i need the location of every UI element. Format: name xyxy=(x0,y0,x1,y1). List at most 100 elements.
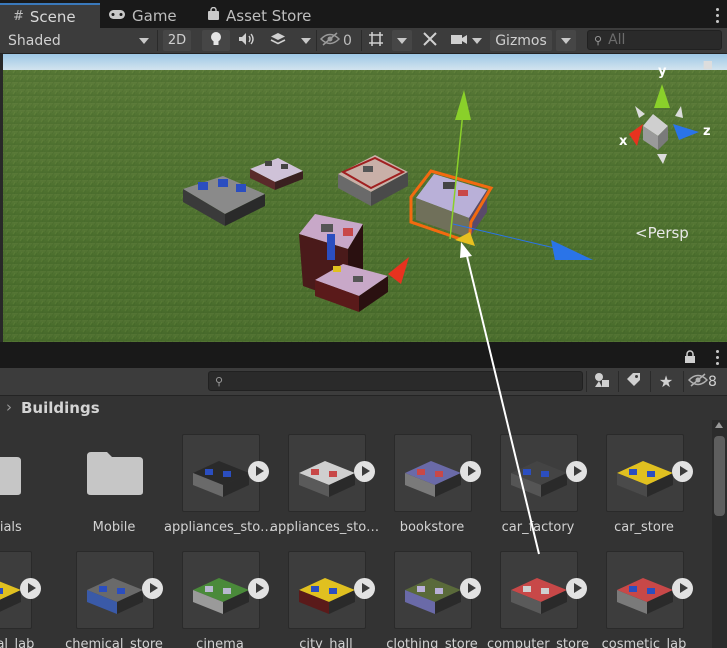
tab-asset-store[interactable]: Asset Store xyxy=(207,4,311,28)
asset-label: Mobile xyxy=(92,520,136,535)
play-preview-icon[interactable] xyxy=(460,578,481,599)
camera-icon xyxy=(450,33,468,49)
asset-label: bookstore xyxy=(399,520,465,535)
play-preview-icon[interactable] xyxy=(566,578,587,599)
bag-icon xyxy=(207,6,220,25)
gamepad-icon xyxy=(108,9,126,24)
lighting-toggle-button[interactable] xyxy=(202,30,230,51)
asset-label: appliances_store_02 xyxy=(270,520,382,535)
breadcrumb: › Buildings xyxy=(0,395,727,421)
asset-label: Materials xyxy=(0,520,22,535)
project-search-input[interactable]: ⚲ xyxy=(208,371,583,391)
axis-y-label: y xyxy=(658,64,667,79)
scene-toolbar: Shaded 2D 0 Gizmos ⚲ All xyxy=(0,28,727,54)
play-preview-icon[interactable] xyxy=(672,461,693,482)
hidden-eye-icon xyxy=(687,372,709,391)
play-preview-icon[interactable] xyxy=(20,578,41,599)
chevron-down-icon xyxy=(472,37,482,44)
axis-z-label: z xyxy=(703,124,711,139)
persp-chevron-icon: < xyxy=(635,224,648,242)
tab-scene-label: Scene xyxy=(29,7,76,26)
shading-mode-value: Shaded xyxy=(8,32,61,49)
asset-label: cosmetic_lab xyxy=(601,637,687,648)
hidden-packages-count: 8 xyxy=(708,373,717,390)
project-more-options-icon[interactable] xyxy=(716,350,719,365)
star-icon: ★ xyxy=(658,372,674,391)
audio-toggle-button[interactable] xyxy=(233,30,261,51)
asset-label: car_factory xyxy=(501,520,575,535)
grid-dropdown-button[interactable] xyxy=(392,30,412,51)
search-icon: ⚲ xyxy=(594,33,603,47)
chevron-down-icon xyxy=(139,38,149,44)
speaker-icon xyxy=(238,32,256,50)
folder-icon xyxy=(0,448,23,495)
play-preview-icon[interactable] xyxy=(248,461,269,482)
scene-search-placeholder: All xyxy=(608,32,626,48)
tab-game-label: Game xyxy=(132,7,177,25)
project-window-header xyxy=(0,342,727,368)
scene-visibility-button[interactable]: 0 xyxy=(319,30,358,51)
asset-label: chemical_store xyxy=(65,637,163,648)
asset-grid: Materials Mobile appliances_store_01applia… xyxy=(0,420,712,648)
scene-render xyxy=(3,54,727,342)
tab-scene[interactable]: # Scene xyxy=(0,3,100,28)
hidden-eye-icon xyxy=(319,31,341,50)
search-icon: ⚲ xyxy=(215,374,224,388)
gizmos-dropdown-button[interactable] xyxy=(556,30,576,51)
scrollbar-thumb[interactable] xyxy=(714,436,725,516)
asset-label: computer_store xyxy=(486,637,590,648)
play-preview-icon[interactable] xyxy=(566,461,587,482)
play-preview-icon[interactable] xyxy=(354,578,375,599)
shading-mode-dropdown[interactable]: Shaded xyxy=(2,30,154,51)
camera-settings-button[interactable] xyxy=(450,30,486,51)
grid-toggle-button[interactable] xyxy=(364,30,388,51)
play-preview-icon[interactable] xyxy=(460,461,481,482)
tools-icon xyxy=(422,31,438,51)
breadcrumb-folder[interactable]: Buildings xyxy=(21,399,100,417)
tab-asset-store-label: Asset Store xyxy=(226,7,312,25)
hidden-packages-button[interactable]: 8 xyxy=(687,371,724,392)
play-preview-icon[interactable] xyxy=(248,578,269,599)
filter-by-label-button[interactable] xyxy=(621,371,645,392)
asset-label: clothing_store xyxy=(386,637,478,648)
editor-tab-bar: # Scene Game Asset Store xyxy=(0,0,727,28)
effects-dropdown-icon[interactable] xyxy=(301,38,311,44)
asset-label: cinema xyxy=(196,637,244,648)
grid-icon: # xyxy=(13,9,24,24)
asset-label: city_hall xyxy=(299,637,353,648)
play-preview-icon[interactable] xyxy=(354,461,375,482)
chevron-down-icon xyxy=(561,37,571,44)
more-options-icon[interactable] xyxy=(716,8,719,23)
projection-label: Persp xyxy=(647,224,689,242)
project-toolbar: ⚲ ★ 8 xyxy=(0,368,727,395)
gizmos-button[interactable]: Gizmos xyxy=(490,30,552,51)
layers-icon xyxy=(270,32,286,50)
lightbulb-icon xyxy=(210,31,222,51)
projection-toggle[interactable]: <Persp xyxy=(635,224,689,242)
scroll-up-icon[interactable] xyxy=(715,422,723,428)
play-preview-icon[interactable] xyxy=(672,578,693,599)
toggle-2d-label: 2D xyxy=(167,33,187,48)
asset-label: chemical_lab xyxy=(0,637,35,648)
folder-icon xyxy=(85,448,145,495)
tab-game[interactable]: Game xyxy=(108,4,177,28)
grid-snap-icon xyxy=(368,31,384,51)
asset-label: car_store xyxy=(614,520,674,535)
gizmos-label: Gizmos xyxy=(495,32,547,49)
scene-search-input[interactable]: ⚲ All xyxy=(587,30,722,50)
effects-toggle-button[interactable] xyxy=(264,30,292,51)
favorites-button[interactable]: ★ xyxy=(654,371,678,392)
tools-toggle-button[interactable] xyxy=(418,30,442,51)
hidden-object-count: 0 xyxy=(343,32,352,49)
scene-viewport[interactable]: y x z ■ <Persp xyxy=(3,54,727,342)
toggle-2d-button[interactable]: 2D xyxy=(163,30,191,51)
asset-label: appliances_store_01 xyxy=(164,520,276,535)
filter-by-type-button[interactable] xyxy=(590,371,614,392)
asset-grid-scrollbar[interactable] xyxy=(712,420,727,648)
lock-icon[interactable] xyxy=(684,348,696,367)
tag-icon xyxy=(626,372,641,391)
play-preview-icon[interactable] xyxy=(142,578,163,599)
gizmo-lock-icon[interactable]: ■ xyxy=(703,58,713,71)
breadcrumb-chevron-icon: › xyxy=(6,398,12,416)
axis-x-label: x xyxy=(619,134,628,149)
